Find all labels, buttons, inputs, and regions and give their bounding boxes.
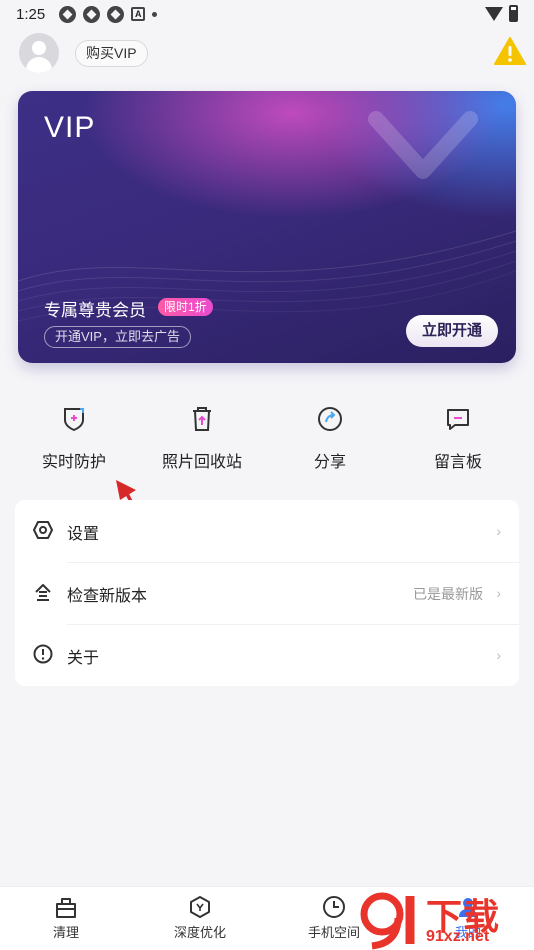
quick-action-label: 照片回收站 (161, 454, 242, 471)
message-icon (447, 409, 469, 430)
tab-label: 清理 (52, 925, 79, 940)
vip-card[interactable]: VIP 专属尊贵会员 限时1折 开通VIP，立即去广告 立即开通 (18, 91, 516, 363)
optimize-icon (190, 896, 210, 918)
vip-card-subtitle: 专属尊贵会员 (44, 301, 146, 320)
update-icon (35, 584, 51, 601)
notification-app-icon (83, 5, 101, 23)
vip-discount-badge: 限时1折 (158, 298, 213, 316)
quick-action-message-board[interactable]: 留言板 (408, 400, 508, 472)
list-item-label: 关于 (67, 650, 100, 667)
tab-label: 深度优化 (173, 925, 226, 940)
watermark-url: 91xz.net (426, 928, 490, 945)
status-notification-icons: A (59, 5, 158, 23)
status-system-icons (485, 5, 518, 22)
quick-action-label: 实时防护 (41, 454, 106, 471)
list-item-label: 检查新版本 (67, 588, 148, 605)
site-watermark: 下载站 91xz.net (360, 888, 534, 950)
status-time: 1:25 (16, 5, 46, 23)
list-item-check-update[interactable]: 检查新版本 已是最新版 › (15, 562, 519, 624)
notification-more-dot-icon (152, 11, 158, 17)
buy-vip-button[interactable]: 购买VIP (75, 40, 148, 67)
quick-action-share[interactable]: 分享 (280, 400, 380, 472)
trash-icon (193, 407, 211, 431)
vip-chevron-icon (368, 111, 478, 179)
avatar[interactable] (19, 33, 59, 73)
shield-icon (64, 408, 84, 432)
tab-clean[interactable]: 清理 (16, 895, 116, 941)
share-icon (318, 407, 342, 431)
notification-app-icon (107, 5, 125, 23)
profile-header: 购买VIP (0, 30, 534, 78)
quick-action-label: 留言板 (433, 454, 482, 471)
quick-action-photo-recycle-bin[interactable]: 照片回收站 (152, 400, 252, 472)
quick-action-realtime-protection[interactable]: 实时防护 (24, 400, 124, 472)
chevron-right-icon: › (496, 523, 501, 539)
vip-card-title: VIP (44, 111, 96, 144)
quick-actions: 实时防护 照片回收站 分享 留言板 (0, 400, 534, 480)
chevron-right-icon: › (496, 585, 501, 601)
storage-icon (323, 896, 345, 918)
chevron-right-icon: › (496, 647, 501, 663)
list-item-about[interactable]: 关于 › (15, 624, 519, 686)
list-item-settings[interactable]: 设置 › (15, 500, 519, 562)
wifi-icon (485, 6, 503, 21)
hexagon-settings-icon (33, 521, 53, 539)
info-icon (33, 644, 53, 664)
battery-icon (509, 5, 518, 22)
vip-card-tagline: 开通VIP，立即去广告 (44, 326, 191, 348)
tab-deep-optimize[interactable]: 深度优化 (150, 895, 250, 941)
open-vip-button[interactable]: 立即开通 (406, 315, 498, 347)
quick-action-label: 分享 (313, 454, 346, 471)
clean-icon (56, 898, 76, 918)
settings-list: 设置 › 检查新版本 已是最新版 › 关于 › (15, 500, 519, 686)
watermark-logo (360, 892, 415, 950)
status-bar: 1:25 A (0, 0, 534, 28)
warning-icon[interactable] (494, 36, 526, 66)
version-status: 已是最新版 (413, 586, 483, 602)
list-item-label: 设置 (67, 526, 100, 543)
notification-app-icon (59, 5, 77, 23)
notification-a-icon: A (131, 7, 146, 21)
